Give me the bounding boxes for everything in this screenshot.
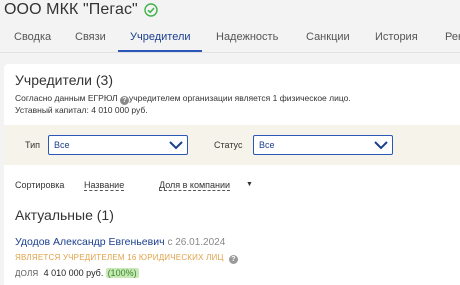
- share-amount: 4 010 000 руб.: [43, 268, 104, 278]
- founder-row: Удодов Александр Евгеньевич с 26.01.2024: [15, 236, 225, 248]
- status-select-value: Все: [259, 140, 275, 150]
- type-filter-label: Тип: [25, 140, 41, 150]
- tab-bar: Сводка Связи Учредители Надежность Санкц…: [0, 25, 460, 53]
- desc-text-1: Согласно данным ЕГРЮЛ: [15, 93, 118, 103]
- founders-description: Согласно данным ЕГРЮЛ ? учредителем орган…: [15, 93, 455, 117]
- chevron-down-icon: [169, 141, 183, 150]
- founders-card: Учредители (3) Согласно данным ЕГРЮЛ ? уч…: [4, 64, 460, 285]
- desc-text-2: учредителем организации является 1 физич…: [129, 93, 351, 103]
- share-label: ДОЛЯ: [15, 269, 39, 278]
- check-circle-icon: [144, 3, 158, 17]
- sort-by-name[interactable]: Название: [84, 180, 125, 191]
- help-icon[interactable]: ?: [120, 96, 129, 105]
- page-title: Учредители (3): [15, 72, 114, 88]
- type-select-value: Все: [54, 140, 70, 150]
- sort-by-share[interactable]: Доля в компании: [159, 180, 231, 191]
- tab-sanctions[interactable]: Санкции: [306, 31, 350, 43]
- section-title: Актуальные (1): [15, 207, 114, 223]
- active-tab-indicator: [118, 50, 202, 52]
- filter-panel: Тип Все Статус Все: [4, 125, 460, 165]
- share-percent-badge: (100%): [105, 268, 139, 278]
- tab-reliability[interactable]: Надежность: [216, 31, 278, 43]
- tab-founders[interactable]: Учредители: [130, 31, 191, 43]
- chevron-down-icon: [374, 141, 388, 150]
- tab-more[interactable]: Рек: [445, 31, 460, 43]
- company-name: ООО МКК "Пегас": [4, 1, 138, 18]
- status-filter-label: Статус: [214, 140, 243, 150]
- tab-history[interactable]: История: [375, 31, 418, 43]
- help-icon[interactable]: ?: [229, 255, 239, 264]
- company-title-row: ООО МКК "Пегас": [4, 1, 158, 19]
- sort-label: Сортировка: [15, 180, 65, 190]
- founder-share: ДОЛЯ 4 010 000 руб. (100%): [15, 268, 139, 278]
- tab-summary[interactable]: Сводка: [14, 31, 51, 43]
- status-select[interactable]: Все: [253, 135, 393, 155]
- tab-links[interactable]: Связи: [75, 31, 106, 43]
- founder-role-text: ЯВЛЯЕТСЯ УЧРЕДИТЕЛЕМ 16 ЮРИДИЧЕСКИХ ЛИЦ: [15, 253, 224, 262]
- type-select[interactable]: Все: [48, 135, 188, 155]
- founder-name-link[interactable]: Удодов Александр Евгеньевич: [15, 236, 165, 248]
- page-header: ООО МКК "Пегас" Сводка Связи Учредители …: [0, 0, 460, 62]
- founder-role: ЯВЛЯЕТСЯ УЧРЕДИТЕЛЕМ 16 ЮРИДИЧЕСКИХ ЛИЦ …: [15, 253, 239, 264]
- founder-date: с 26.01.2024: [167, 237, 226, 248]
- sort-arrow-icon[interactable]: ▼: [246, 181, 253, 188]
- authorized-capital: Уставный капитал: 4 010 000 руб.: [15, 105, 148, 115]
